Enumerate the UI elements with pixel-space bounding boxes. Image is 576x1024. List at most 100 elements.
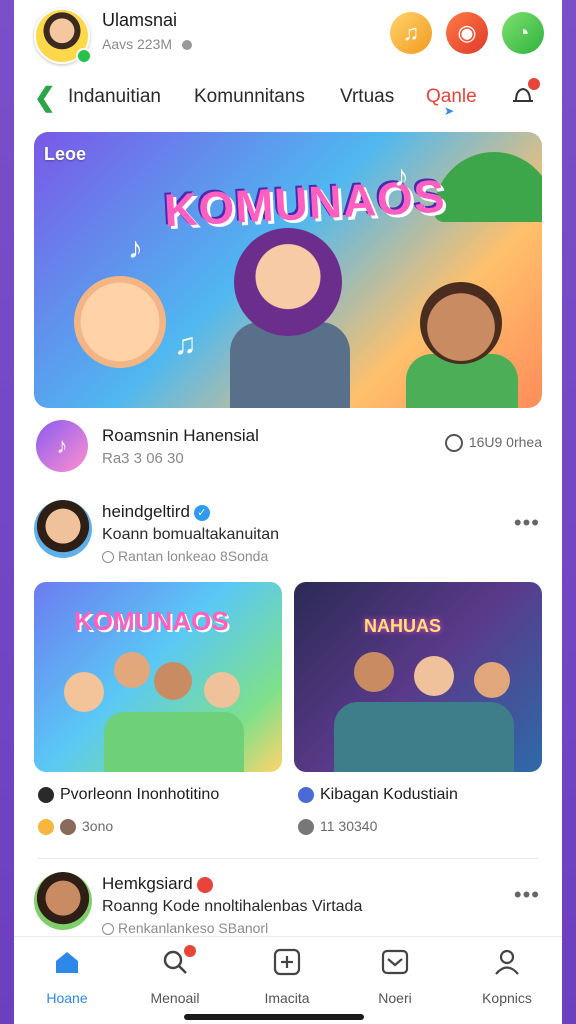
user-status-text: Aavs 223M — [102, 36, 173, 52]
nav-create[interactable]: Imacita — [242, 947, 332, 1006]
featured-banner[interactable]: Leoe KOMUNAOS ♪ ♫ ♪ — [34, 132, 542, 408]
music-note-icon: ♪ — [128, 232, 143, 265]
inbox-icon — [381, 949, 409, 975]
card-caption[interactable]: Pvorleonn Inonhotitino — [38, 786, 219, 804]
banner-logo: Leoe — [44, 144, 87, 164]
post-avatar[interactable] — [34, 872, 92, 930]
nav-home[interactable]: Hoane — [22, 947, 112, 1006]
home-indicator[interactable] — [184, 1014, 364, 1020]
person-illustration — [414, 656, 454, 696]
nav-label: Menoail — [150, 990, 200, 1006]
tab-komunnitans[interactable]: Komunnitans — [194, 86, 305, 108]
person-illustration — [354, 652, 394, 692]
nav-label: Kopnics — [482, 990, 532, 1006]
card-meta: 3ono — [38, 818, 114, 836]
post-subtitle: Renkanlankeso SBanorl — [102, 920, 268, 936]
channel-icon: ♪ — [36, 420, 88, 472]
person-illustration — [474, 662, 510, 698]
kids-group-illustration — [104, 712, 244, 772]
bottom-navigation: Hoane Menoail Imacita Noeri Kopnics — [14, 936, 562, 1024]
nav-label: Hoane — [46, 990, 88, 1006]
tab-indanuitian[interactable]: Indanuitian — [68, 86, 161, 108]
more-options-icon[interactable]: ••• — [514, 510, 540, 536]
channel-name: Roamsnin Hanensial — [102, 426, 259, 445]
card-title: NAHUAS — [364, 616, 442, 636]
card-caption[interactable]: Kibagan Kodustiain — [298, 786, 458, 804]
card-caption-text: Kibagan Kodustiain — [320, 786, 458, 803]
post-author: Hemkgsiard — [102, 874, 213, 894]
nav-profile[interactable]: Kopnics — [462, 947, 552, 1006]
baby-character-illustration — [74, 276, 166, 368]
kid-illustration — [204, 672, 240, 708]
camera-button[interactable]: ◉ — [446, 12, 488, 54]
tab-bar: ❮ Indanuitian Komunnitans Vrtuas Qanle ➤ — [14, 74, 562, 120]
nav-badge — [184, 945, 196, 957]
nav-label: Noeri — [378, 990, 412, 1006]
profile-icon — [495, 949, 519, 975]
clock-icon: ◔ — [516, 20, 530, 45]
chat-icon — [444, 434, 463, 453]
author-icon — [38, 786, 54, 803]
camera-icon: ◉ — [457, 20, 477, 45]
channel-meta: 16U9 0rhea — [444, 434, 542, 453]
music-icon: ♫ — [402, 20, 420, 45]
channel-subtitle: Ra3 3 06 30 — [102, 450, 184, 467]
verified-icon: ✓ — [193, 504, 210, 521]
nav-search[interactable]: Menoail — [130, 945, 220, 1006]
kid-illustration — [154, 662, 192, 700]
post-author-name: Hemkgsiard — [102, 874, 193, 893]
reference-icon — [102, 923, 114, 936]
palm-tree-illustration — [434, 152, 542, 222]
app-screen: Ulamsnai Aavs 223M ♫ ◉ ◔ ❮ Indanuitian K… — [14, 0, 562, 1024]
post-subtitle: Rantan lonkeao 8Sonda — [102, 548, 268, 564]
post-item[interactable]: Hemkgsiard Roanng Kode nnoltihalenbas Vi… — [34, 872, 542, 938]
card-meta: 11 30340 — [298, 818, 378, 836]
music-note-icon: ♫ — [174, 328, 197, 361]
boy-character-illustration — [420, 282, 502, 364]
status-dot-icon — [181, 40, 192, 51]
author-icon — [298, 786, 314, 803]
nav-inbox[interactable]: Noeri — [350, 947, 440, 1006]
avatar-icon — [60, 819, 76, 836]
channel-row[interactable]: ♪ Roamsnin Hanensial Ra3 3 06 30 16U9 0r… — [34, 420, 542, 478]
post-subtitle-text: Rantan lonkeao 8Sonda — [118, 548, 269, 564]
music-note-icon: ♪ — [394, 160, 409, 193]
kid-illustration — [64, 672, 104, 712]
card-meta-text: 3ono — [82, 818, 114, 834]
cursor-icon: ➤ — [444, 104, 455, 118]
card-title: KOMUNAOS — [74, 606, 229, 636]
emoji-icon — [38, 819, 54, 836]
post-avatar[interactable] — [34, 500, 92, 558]
online-status-icon — [76, 48, 92, 64]
tab-vrtuas[interactable]: Vrtuas — [340, 86, 394, 108]
post-author: heindgeltird ✓ — [102, 502, 210, 522]
post-subtitle-text: Renkanlankeso SBanorl — [118, 920, 269, 936]
channel-meta-text: 16U9 0rhea — [468, 434, 542, 450]
post-author-name: heindgeltird — [102, 502, 190, 521]
header: Ulamsnai Aavs 223M ♫ ◉ ◔ — [14, 0, 562, 72]
crowd-illustration — [334, 702, 514, 772]
kid-illustration — [114, 652, 150, 688]
post-text: Koann bomualtakanuitan — [102, 526, 280, 543]
user-status: Aavs 223M — [102, 36, 192, 52]
reference-icon — [102, 551, 114, 564]
nav-label: Imacita — [264, 990, 310, 1006]
add-icon — [273, 948, 301, 976]
section-divider — [38, 858, 538, 859]
notification-badge — [528, 78, 540, 90]
back-arrow-icon[interactable]: ❮ — [34, 82, 56, 113]
clock-button[interactable]: ◔ — [502, 12, 544, 54]
people-icon — [298, 819, 314, 836]
media-card[interactable]: NAHUAS — [294, 582, 542, 772]
girl-character-illustration — [234, 228, 342, 336]
music-button[interactable]: ♫ — [390, 12, 432, 54]
user-name: Ulamsnai — [102, 10, 178, 30]
reaction-icon — [196, 876, 213, 893]
card-caption-text: Pvorleonn Inonhotitino — [60, 786, 220, 803]
card-meta-text: 11 30340 — [320, 818, 378, 834]
media-card[interactable]: KOMUNAOS — [34, 582, 282, 772]
post-item[interactable]: heindgeltird ✓ Koann bomualtakanuitan Ran… — [34, 500, 542, 566]
home-icon — [56, 952, 78, 973]
more-options-icon[interactable]: ••• — [514, 882, 540, 908]
post-text: Roanng Kode nnoltihalenbas Virtada — [102, 898, 363, 915]
